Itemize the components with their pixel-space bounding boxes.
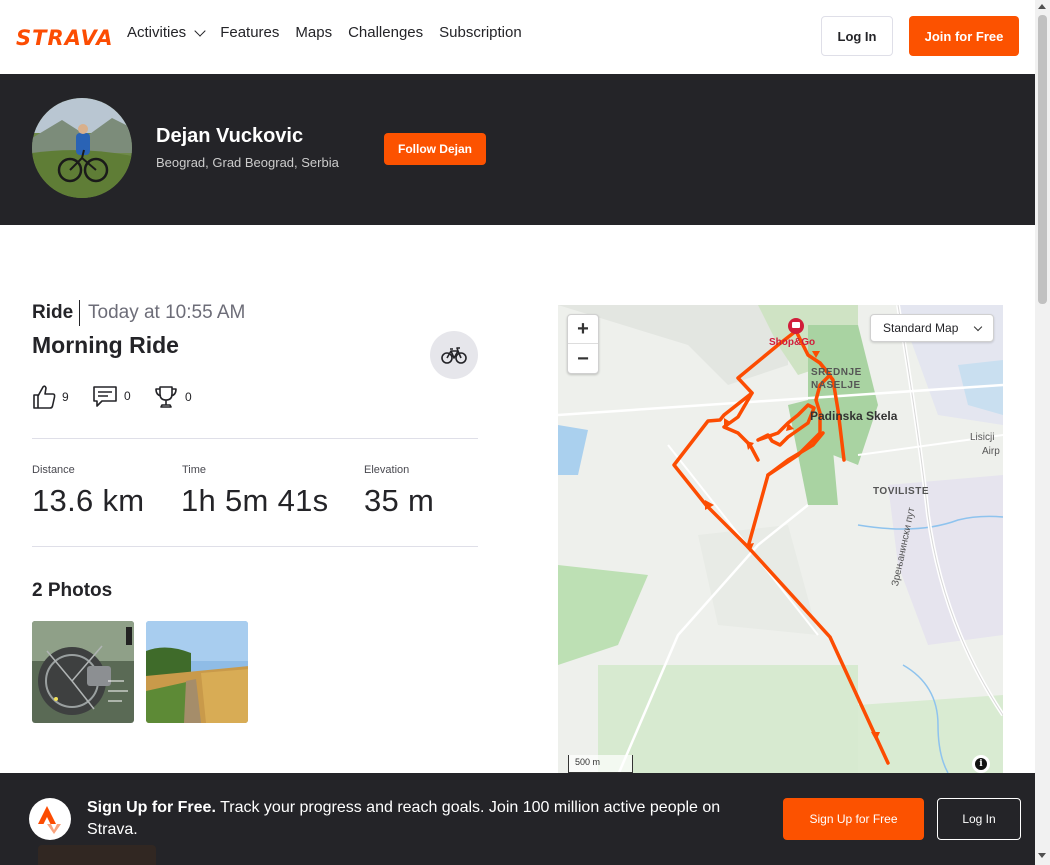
top-navigation: STRAVA Activities Features Maps Challeng… [0, 0, 1035, 74]
nav-maps[interactable]: Maps [295, 24, 332, 41]
activity-title: Morning Ride [32, 332, 179, 358]
scrollbar-thumb[interactable] [1038, 15, 1047, 304]
zoom-out-button[interactable]: − [568, 345, 598, 374]
chevron-down-icon [194, 24, 206, 37]
distance-value: 13.6 km [32, 483, 145, 518]
scroll-up-arrow-icon[interactable] [1038, 4, 1046, 9]
activity-photo[interactable] [32, 621, 134, 723]
signup-headline: Sign Up for Free. [87, 799, 216, 816]
map-scale: 500 m [568, 755, 633, 773]
nav-subscription[interactable]: Subscription [439, 24, 522, 41]
info-icon: i [975, 758, 987, 770]
activity-type: Ride [32, 302, 74, 323]
map-style-select[interactable]: Standard Map [870, 314, 994, 342]
time-label: Time [182, 464, 207, 476]
signup-message: Sign Up for Free. Track your progress an… [87, 797, 757, 841]
map-label-srednje: SREDNJE [811, 367, 862, 378]
map-info-button[interactable]: i [972, 755, 990, 773]
scroll-down-arrow-icon[interactable] [1038, 853, 1046, 858]
follow-button[interactable]: Follow Dejan [384, 133, 486, 165]
comments[interactable]: 0 [92, 384, 131, 408]
time-value: 1h 5m 41s [181, 483, 329, 518]
map-label-shop: Shop&Go [769, 337, 816, 348]
stats-divider-top [32, 438, 478, 439]
nav-activities-label: Activities [127, 24, 187, 41]
achievements-count: 0 [185, 390, 192, 404]
underlying-content [38, 845, 156, 865]
stats-divider-bottom [32, 546, 478, 547]
thumbs-up-icon [33, 385, 56, 409]
athlete-location: Beograd, Grad Beograd, Serbia [156, 155, 339, 170]
footer-login-button[interactable]: Log In [937, 798, 1021, 840]
athlete-avatar[interactable] [32, 98, 132, 198]
comment-icon [93, 386, 117, 407]
sport-type-badge [430, 331, 478, 379]
athlete-banner: Dejan Vuckovic Beograd, Grad Beograd, Se… [0, 74, 1035, 225]
main-menu: Activities Features Maps Challenges Subs… [127, 24, 538, 41]
page-scrollbar[interactable] [1035, 0, 1050, 865]
strava-logo[interactable]: STRAVA [16, 26, 114, 50]
distance-label: Distance [32, 464, 75, 476]
elevation-label: Elevation [364, 464, 410, 476]
map-label-toviliste: TOVILISTE [873, 486, 929, 497]
activity-time: Today at 10:55 AM [88, 302, 246, 323]
join-for-free-button[interactable]: Join for Free [909, 16, 1019, 56]
map-style-label: Standard Map [883, 321, 959, 335]
photos-heading: 2 Photos [32, 580, 113, 601]
sign-up-button[interactable]: Sign Up for Free [783, 798, 924, 840]
strava-emblem-icon [29, 798, 71, 840]
signup-banner: Sign Up for Free. Track your progress an… [0, 773, 1035, 865]
comments-count: 0 [124, 389, 131, 403]
athlete-name[interactable]: Dejan Vuckovic [156, 125, 303, 148]
title-divider [79, 300, 80, 326]
nav-activities[interactable]: Activities [127, 24, 206, 41]
nav-challenges[interactable]: Challenges [348, 24, 423, 41]
zoom-controls: + − [567, 314, 599, 374]
activity-page: STRAVA Activities Features Maps Challeng… [0, 0, 1050, 865]
activity-photo[interactable] [146, 621, 248, 723]
login-button[interactable]: Log In [821, 16, 893, 56]
map-label-naselje: NASELJE [811, 380, 861, 391]
trophy-icon [155, 386, 177, 408]
nav-features[interactable]: Features [220, 24, 279, 41]
zoom-in-button[interactable]: + [568, 315, 598, 344]
achievements[interactable]: 0 [153, 384, 192, 410]
elevation-value: 35 m [364, 483, 435, 518]
kudos-count: 9 [62, 390, 69, 404]
map-label-lisicji: Lisicji [970, 432, 995, 443]
chevron-down-icon [973, 322, 983, 332]
route-map[interactable]: Shop&Go SREDNJE NASELJE Padinska Skela T… [558, 305, 1003, 773]
map-canvas[interactable] [558, 305, 1003, 773]
bike-icon [441, 347, 467, 364]
map-label-airport: Airp [982, 446, 1000, 457]
map-label-padinska: Padinska Skela [810, 409, 898, 423]
kudos[interactable]: 9 [32, 384, 69, 410]
